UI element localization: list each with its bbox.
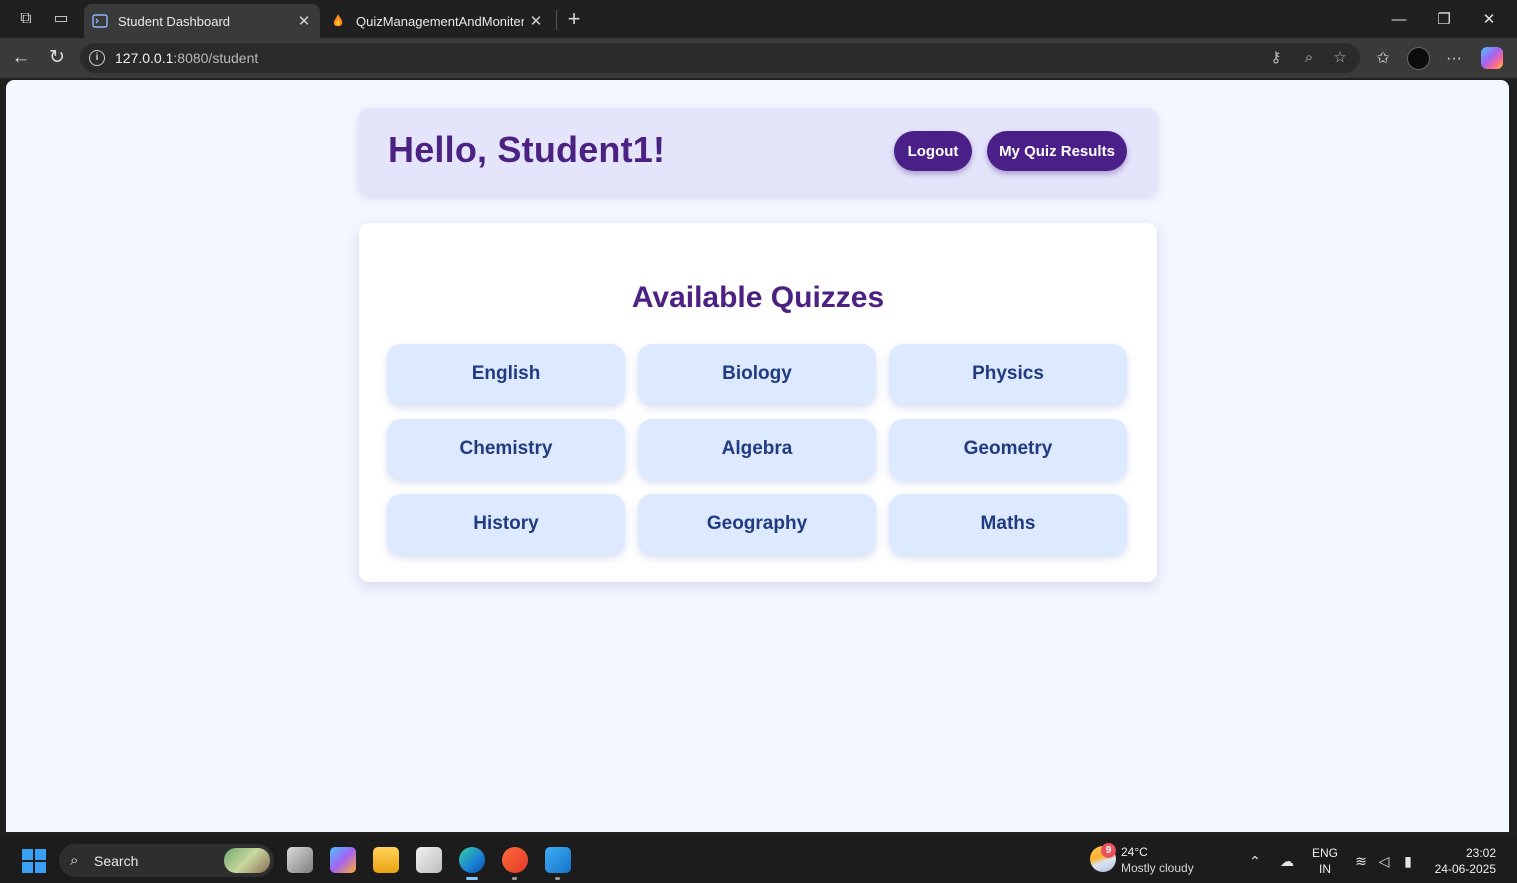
- close-window-icon[interactable]: ✕: [1467, 6, 1511, 34]
- zoom-icon[interactable]: ⌕: [1299, 48, 1319, 68]
- tab-separator: [556, 10, 557, 30]
- quiz-button-geography[interactable]: Geography: [638, 494, 876, 554]
- copilot-icon[interactable]: [1481, 47, 1503, 69]
- quiz-button-algebra[interactable]: Algebra: [638, 419, 876, 479]
- logout-button[interactable]: Logout: [894, 131, 972, 171]
- wps-office-icon[interactable]: [502, 847, 528, 880]
- volume-icon[interactable]: ◁: [1374, 851, 1394, 871]
- page-favicon-icon: [92, 14, 108, 28]
- battery-icon[interactable]: ▮: [1398, 851, 1418, 871]
- new-tab-button[interactable]: +: [562, 6, 586, 32]
- quiz-section-title: Available Quizzes: [631, 281, 885, 314]
- favorite-star-icon[interactable]: ☆: [1330, 48, 1350, 68]
- weather-temperature[interactable]: 24°C: [1121, 845, 1148, 859]
- taskbar-search[interactable]: ⌕ Search: [59, 844, 274, 877]
- tab-title: Student Dashboard: [118, 13, 231, 29]
- restore-icon[interactable]: ❐: [1422, 6, 1466, 34]
- quiz-list-card: Available Quizzes English Biology Physic…: [359, 223, 1157, 582]
- quiz-button-biology[interactable]: Biology: [638, 344, 876, 404]
- my-quiz-results-button[interactable]: My Quiz Results: [987, 131, 1127, 171]
- password-key-icon[interactable]: ⚷: [1266, 48, 1286, 68]
- favorites-icon[interactable]: ✩: [1372, 48, 1394, 70]
- weather-description[interactable]: Mostly cloudy: [1121, 861, 1194, 875]
- quiz-button-maths[interactable]: Maths: [889, 494, 1127, 554]
- quiz-button-history[interactable]: History: [387, 494, 625, 554]
- quiz-grid: English Biology Physics Chemistry Algebr…: [387, 344, 1129, 554]
- greeting-title: Hello, Student1!: [388, 129, 666, 170]
- search-highlight-image: [224, 848, 270, 873]
- quiz-button-physics[interactable]: Physics: [889, 344, 1127, 404]
- copilot-app-icon[interactable]: [330, 847, 356, 873]
- system-clock[interactable]: 23:02 24-06-2025: [1424, 845, 1496, 877]
- browser-tab-bar: ⧉ ▭ Student Dashboard ✕ QuizManagementAn…: [0, 0, 1517, 38]
- wifi-icon[interactable]: ≋: [1351, 851, 1371, 871]
- windows-start-icon[interactable]: [22, 849, 46, 873]
- quiz-button-english[interactable]: English: [387, 344, 625, 404]
- page-viewport: Hello, Student1! Logout My Quiz Results …: [6, 80, 1509, 832]
- weather-alert-badge: 9: [1101, 843, 1116, 858]
- clock-date: 24-06-2025: [1434, 862, 1496, 876]
- profile-avatar[interactable]: [1407, 47, 1430, 70]
- close-tab-icon[interactable]: ✕: [292, 12, 316, 30]
- microsoft-store-icon[interactable]: [416, 847, 442, 873]
- firebase-favicon-icon: [333, 14, 343, 27]
- quiz-button-chemistry[interactable]: Chemistry: [387, 419, 625, 479]
- refresh-icon[interactable]: ↻: [44, 46, 70, 70]
- url-text: 127.0.0.1:8080/student: [115, 50, 259, 66]
- header-card: Hello, Student1! Logout My Quiz Results: [359, 108, 1157, 194]
- clock-time: 23:02: [1465, 846, 1496, 860]
- search-label: Search: [94, 852, 139, 869]
- input-language-indicator[interactable]: ENG IN: [1311, 845, 1339, 877]
- tab-actions-icon[interactable]: ▭: [51, 9, 71, 29]
- tab-title: QuizManagementAndMonitering: [356, 13, 524, 29]
- windows-taskbar: ⌕ Search 9 24°C Mostly cloudy ⌃ ☁ ENG IN…: [0, 838, 1517, 883]
- workspaces-icon[interactable]: ⧉: [16, 9, 36, 29]
- address-bar[interactable]: i 127.0.0.1:8080/student ⚷ ⌕ ☆: [80, 43, 1360, 73]
- tab-student-dashboard[interactable]: Student Dashboard ✕: [84, 4, 320, 38]
- site-info-icon[interactable]: i: [89, 50, 105, 66]
- back-icon[interactable]: ←: [8, 46, 34, 70]
- close-tab-icon[interactable]: ✕: [524, 12, 548, 30]
- vscode-icon[interactable]: [545, 847, 571, 880]
- task-view-icon[interactable]: [287, 847, 313, 873]
- more-menu-icon[interactable]: ···: [1443, 48, 1465, 70]
- search-icon: ⌕: [70, 852, 79, 869]
- edge-browser-icon[interactable]: [459, 847, 485, 880]
- tab-quiz-management[interactable]: QuizManagementAndMonitering ✕: [322, 4, 552, 38]
- cloud-sync-icon[interactable]: ☁: [1277, 851, 1297, 871]
- browser-toolbar: ← ↻ i 127.0.0.1:8080/student ⚷ ⌕ ☆ ✩ ···: [0, 38, 1517, 78]
- quiz-button-geometry[interactable]: Geometry: [889, 419, 1127, 479]
- file-explorer-icon[interactable]: [373, 847, 399, 873]
- chevron-up-icon[interactable]: ⌃: [1245, 851, 1265, 871]
- minimize-icon[interactable]: —: [1377, 6, 1421, 34]
